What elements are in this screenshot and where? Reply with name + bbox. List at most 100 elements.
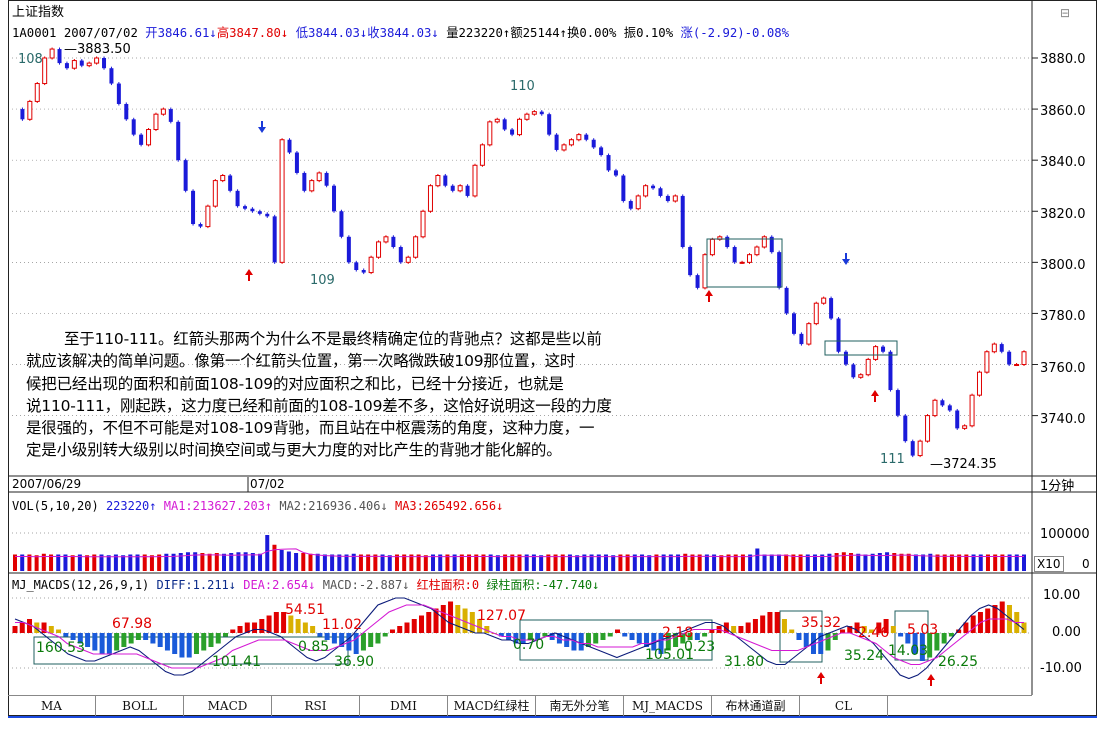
candle-body-down: [250, 208, 255, 212]
label-109: 109: [310, 273, 335, 288]
macd-area-label: 14.03: [888, 643, 929, 659]
macd-hist-bar: [789, 629, 795, 633]
volume-bar: [697, 554, 702, 571]
candle-body-down: [346, 236, 351, 263]
candle-body-down: [57, 49, 62, 64]
macd-area-label: 54.51: [285, 602, 326, 618]
candle-body-down: [725, 236, 730, 248]
candle-body-up: [1021, 351, 1027, 366]
tab-cl[interactable]: CL: [800, 696, 888, 716]
candle-body-down: [361, 270, 366, 273]
macd-hist-bar: [411, 619, 417, 633]
macd-hist-bar: [636, 633, 642, 644]
candle-body-up: [160, 108, 166, 115]
tab-macd-red-green[interactable]: MACD红绿柱: [448, 696, 536, 716]
candle-body-up: [49, 48, 55, 59]
volume-bar: [315, 553, 320, 571]
macd-hist-bar: [426, 612, 432, 633]
candle-body-up: [754, 246, 760, 256]
vol-ma2: MA2:216936.406↓: [279, 499, 388, 513]
macd-hist-bar: [360, 633, 366, 651]
macd-hist-bar: [825, 633, 831, 651]
period-label[interactable]: 1分钟: [1040, 480, 1074, 494]
macd-hist-bar: [382, 633, 388, 637]
volume-bar: [214, 553, 219, 571]
macd-hist-bar: [215, 633, 221, 644]
volume-bar: [294, 553, 299, 571]
candle-body-up: [672, 195, 678, 202]
macd-hist-bar: [164, 633, 170, 651]
candle-body-down: [502, 119, 507, 130]
tab-mj-macds[interactable]: MJ_MACDS: [624, 696, 712, 716]
annotation-text: 至于110-111。红箭头那两个为什么不是最终精确定位的背驰点？这都是些以前 就…: [26, 328, 816, 462]
macd-red-area: 红柱面积:0: [416, 578, 480, 592]
candle-body-up: [220, 174, 226, 182]
candle-body-down: [510, 129, 515, 135]
volume-bar: [870, 553, 875, 571]
candle-body-down: [79, 60, 84, 66]
candle-body-down: [591, 139, 596, 148]
volume-bar: [358, 554, 363, 571]
annotation-line-6: 定是小级别转大级别以时间换空间或与更大力度的对比产生的背驰才能化解的。: [26, 441, 562, 460]
macd-hist-bar: [237, 626, 243, 633]
macd-hist-bar: [70, 633, 76, 640]
volume-bar: [330, 554, 335, 571]
macd-area-label: 35.32: [801, 615, 842, 631]
candle-body-down: [843, 351, 848, 365]
candle-body-up: [932, 399, 938, 417]
macd-hist-bar: [890, 626, 896, 633]
tab-rsi[interactable]: RSI: [272, 696, 360, 716]
candle-body-up: [561, 144, 567, 151]
y-tick-3740: 3740.0: [1040, 412, 1086, 427]
low-label: —3724.35: [930, 457, 997, 472]
candle-body-up: [457, 185, 463, 192]
candle-body-down: [176, 121, 181, 161]
candle-body-up: [635, 195, 641, 210]
macd-hist-bar: [135, 633, 141, 640]
volume-bar: [380, 554, 385, 571]
tab-dmi[interactable]: DMI: [360, 696, 448, 716]
macd-hist-bar: [353, 633, 359, 654]
candle-body-down: [895, 390, 900, 416]
candle-body-down: [851, 364, 856, 378]
candle-body-down: [64, 63, 69, 69]
macd-hist-bar: [179, 633, 185, 658]
candle-body-down: [680, 195, 685, 248]
vol-unit[interactable]: X10: [1034, 556, 1064, 572]
macd-title: MJ_MACDS(12,26,9,1): [12, 578, 150, 592]
tab-boll[interactable]: BOLL: [96, 696, 184, 716]
candle-body-up: [42, 57, 48, 85]
macd-hist-bar: [745, 622, 751, 633]
macd-hist-bar: [12, 626, 18, 633]
annotation-line-2: 就应该解决的简单问题。像第一个红箭头位置，第一次略微跌破109那位置，这时: [26, 352, 576, 371]
volume-bar: [250, 553, 255, 571]
volume-bar: [704, 554, 709, 571]
tab-macd[interactable]: MACD: [184, 696, 272, 716]
candle-body-up: [962, 425, 968, 429]
vol-title: VOL(5,10,20): [12, 499, 99, 513]
candle-body-down: [940, 400, 945, 406]
macd-hist-bar: [898, 633, 904, 637]
tab-nanwu[interactable]: 南无外分笔: [536, 696, 624, 716]
candle-body-up: [746, 254, 752, 263]
candle-body-down: [339, 211, 344, 237]
candle-body-up: [212, 180, 218, 207]
volume-bar: [575, 555, 580, 571]
macd-area-label: 0.85: [298, 639, 330, 655]
candle-body-down: [450, 185, 455, 191]
candle-body-down: [836, 318, 841, 352]
macd-hist-bar: [288, 615, 294, 633]
macd-hist-bar: [774, 612, 780, 633]
candle-body-up: [27, 100, 33, 120]
candle-body-up: [420, 210, 426, 238]
macd-hist-bar: [85, 633, 91, 647]
candle-body-up: [821, 297, 827, 304]
candle-body-down: [131, 119, 136, 135]
tab-bollinger-sub[interactable]: 布林通道副: [712, 696, 800, 716]
macd-header: MJ_MACDS(12,26,9,1) DIFF:1.211↓ DEA:2.65…: [12, 578, 599, 592]
volume-bar: [200, 553, 205, 571]
red-arrow-icon: [927, 674, 935, 686]
volume-bar: [611, 555, 616, 571]
tab-ma[interactable]: MA: [8, 696, 96, 716]
candle-body-down: [999, 344, 1004, 352]
